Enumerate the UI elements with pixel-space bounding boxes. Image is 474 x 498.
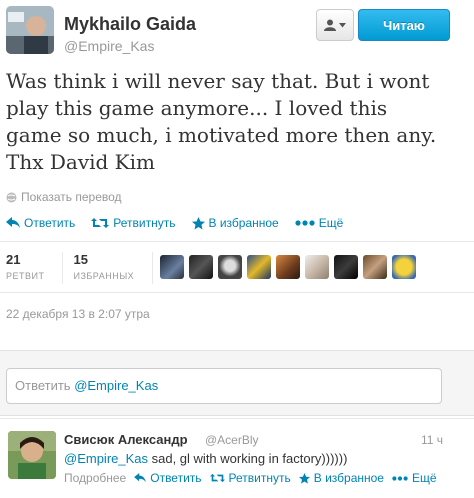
retweet-count-label: РЕТВИТ — [6, 271, 45, 281]
retweet-count: 21 — [6, 252, 21, 267]
avatar[interactable] — [160, 255, 184, 279]
caret-down-icon — [339, 22, 346, 27]
tweet-timestamp[interactable]: 22 декабря 13 в 2:07 утра — [6, 307, 150, 321]
reply-button[interactable]: Ответить — [6, 216, 75, 230]
more-dots-icon — [295, 220, 315, 226]
divider — [0, 292, 474, 293]
user-icon — [324, 19, 336, 31]
favorite-button[interactable]: В избранное — [191, 216, 279, 230]
author-username[interactable]: @Empire_Kas — [64, 38, 154, 54]
reply-icon — [6, 217, 20, 228]
more-label: Ещё — [318, 216, 344, 230]
avatar[interactable] — [218, 255, 242, 279]
details-link[interactable]: Подробнее — [64, 471, 126, 485]
following-button[interactable]: Читаю — [358, 9, 450, 41]
globe-icon — [6, 192, 17, 202]
avatar[interactable] — [363, 255, 387, 279]
avatar[interactable] — [189, 255, 213, 279]
more-label: Ещё — [411, 471, 437, 485]
user-actions-dropdown[interactable] — [316, 9, 354, 41]
reply-time[interactable]: 11 ч — [421, 433, 443, 447]
tweet-stats: 21 РЕТВИТ 15 ИЗБРАННЫХ — [6, 252, 163, 284]
reply-tweet[interactable]: Свисюк Александр @AcerBly 11 ч @Empire_K… — [0, 418, 474, 498]
reply-mention: @Empire_Kas — [74, 378, 159, 393]
tweet-header: Mykhailo Gaida @Empire_Kas Читаю — [6, 6, 464, 62]
reply-input[interactable]: Ответить @Empire_Kas — [6, 368, 442, 404]
reply-label: Ответить — [24, 216, 76, 230]
reply-icon — [134, 473, 147, 483]
retweet-button[interactable]: Ретвитнуть — [91, 216, 176, 230]
retweet-label: Ретвитнуть — [228, 471, 291, 485]
avatar[interactable] — [6, 6, 54, 54]
retweeter-avatars — [160, 255, 416, 279]
reply-button[interactable]: Ответить — [134, 471, 202, 485]
avatar[interactable] — [334, 255, 358, 279]
avatar[interactable] — [247, 255, 271, 279]
retweet-icon — [91, 218, 110, 228]
retweet-label: Ретвитнуть — [113, 216, 176, 230]
reply-text-mention[interactable]: @Empire_Kas — [64, 451, 148, 466]
avatar[interactable] — [305, 255, 329, 279]
reply-tweet-actions: Подробнее Ответить Ретвитнуть В избранно… — [64, 471, 437, 485]
favorite-count-label: ИЗБРАННЫХ — [73, 271, 135, 281]
more-button[interactable]: Ещё — [392, 471, 437, 485]
reply-label: Ответить — [150, 471, 202, 485]
avatar[interactable] — [392, 255, 416, 279]
avatar[interactable] — [276, 255, 300, 279]
retweet-icon — [209, 473, 225, 483]
translate-link[interactable]: Показать перевод — [6, 190, 122, 204]
avatar[interactable] — [8, 431, 56, 479]
favorite-stat[interactable]: 15 ИЗБРАННЫХ — [73, 252, 154, 284]
reply-text: @Empire_Kas sad, gl with working in fact… — [64, 451, 347, 466]
author-fullname[interactable]: Mykhailo Gaida — [64, 14, 196, 35]
favorite-label: В избранное — [208, 216, 279, 230]
reply-area: Ответить @Empire_Kas — [0, 350, 474, 416]
reply-author-fullname[interactable]: Свисюк Александр — [64, 432, 188, 447]
reply-author-username[interactable]: @AcerBly — [205, 433, 259, 447]
favorite-count: 15 — [73, 252, 88, 267]
tweet-actions: Ответить Ретвитнуть В избранное Ещё — [6, 216, 343, 230]
retweet-button[interactable]: Ретвитнуть — [209, 471, 291, 485]
divider — [0, 241, 474, 242]
reply-placeholder: Ответить — [15, 378, 75, 393]
star-icon — [191, 216, 205, 229]
more-button[interactable]: Ещё — [295, 216, 344, 230]
tweet-text: Was think i will never say that. But i w… — [6, 69, 437, 174]
retweet-stat[interactable]: 21 РЕТВИТ — [6, 252, 64, 284]
reply-text-body: sad, gl with working in factory)))))) — [148, 451, 348, 466]
favorite-label: В избранное — [313, 471, 384, 485]
favorite-button[interactable]: В избранное — [298, 471, 384, 485]
more-dots-icon — [392, 475, 408, 481]
translate-label: Показать перевод — [21, 190, 122, 204]
star-icon — [298, 472, 310, 484]
